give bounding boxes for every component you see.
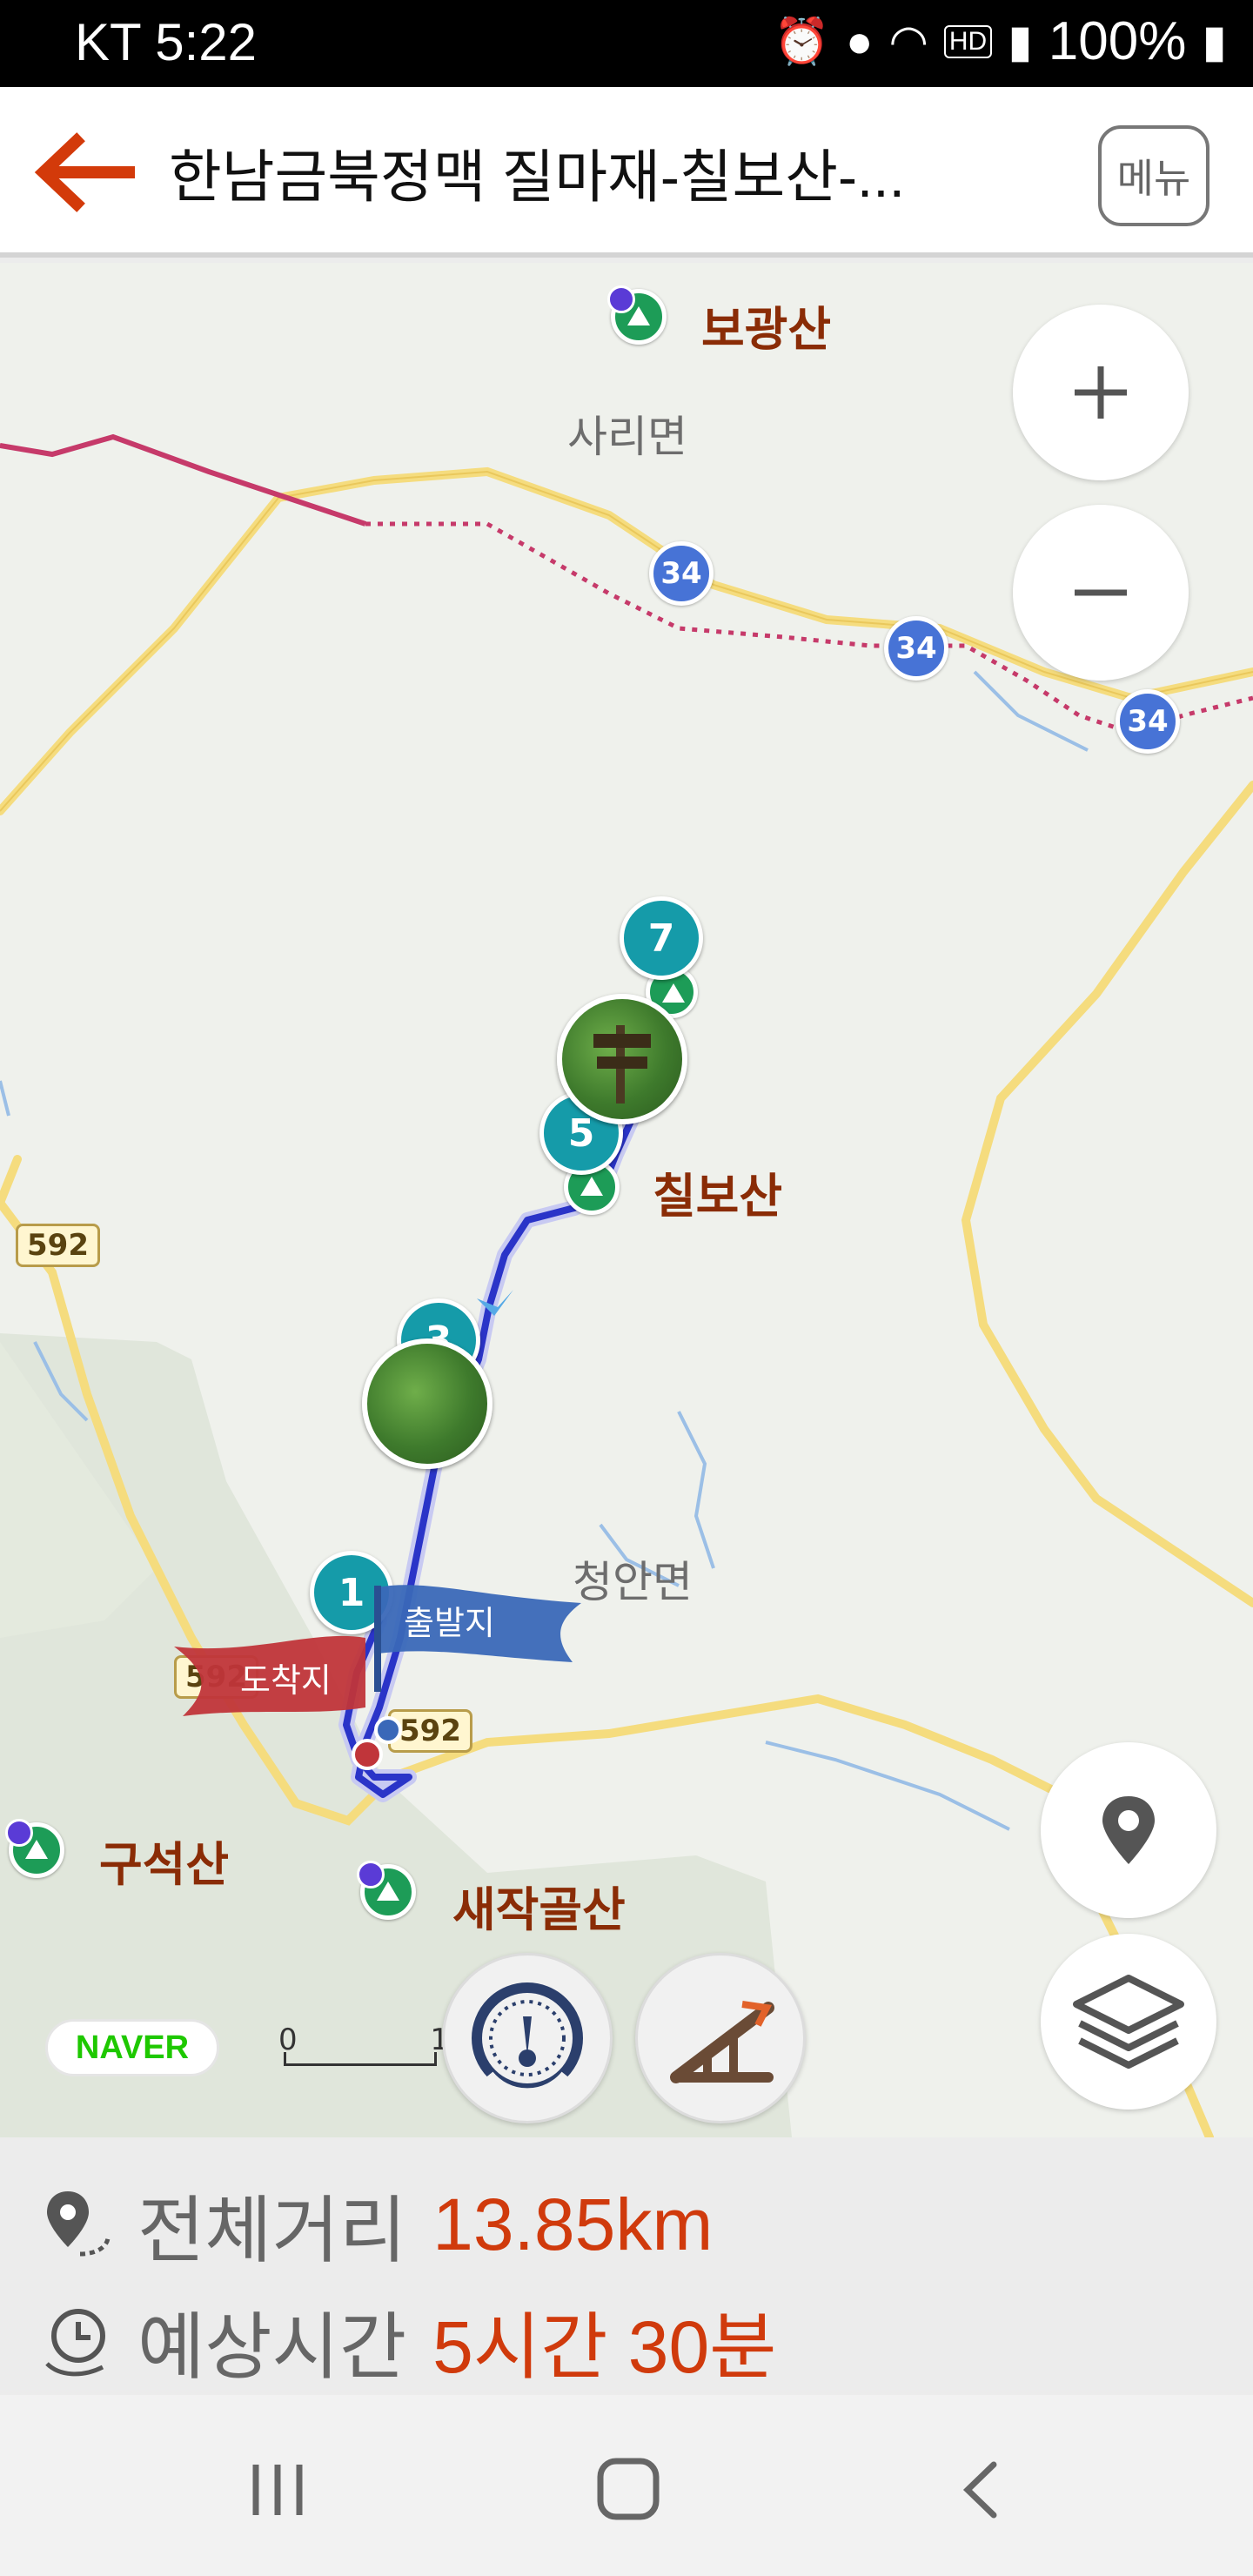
start-point-marker: [374, 1716, 402, 1744]
elevation-profile-button[interactable]: [635, 1953, 806, 2123]
departure-flag-icon[interactable]: 출발지: [372, 1579, 590, 1692]
waypoint-marker[interactable]: 7: [620, 896, 703, 980]
page-title: 한남금북정맥 질마재-칠보산-...: [169, 144, 905, 209]
waypoint-photo[interactable]: [362, 1338, 492, 1469]
location-pin-icon: [1102, 1796, 1155, 1864]
back-nav-icon[interactable]: [955, 2459, 1008, 2520]
app-bar: 한남금북정맥 질마재-칠보산-... 메뉴: [0, 87, 1253, 258]
map-scale: 0 1: [278, 2023, 449, 2066]
place-label-sarimyeon: 사리면: [567, 412, 687, 462]
incline-icon: [670, 2001, 774, 2083]
route-summary-panel: 전체거리 13.85km 예상시간 5시간 30분: [0, 2137, 1253, 2395]
map-layers-button[interactable]: [1041, 1934, 1216, 2110]
menu-button[interactable]: 메뉴: [1098, 125, 1209, 226]
status-bar: KT 5:22 ⏰ ● ◠ HD ▮ 100% ▮: [0, 0, 1253, 87]
time-label: 예상시간: [137, 2306, 407, 2388]
battery-level: 100%: [1048, 11, 1187, 71]
place-label-bogwangsan: 보광산: [701, 302, 832, 357]
arrival-flag-icon[interactable]: 도착지: [174, 1620, 392, 1725]
route-shield: 34: [884, 616, 948, 681]
plus-icon: [1075, 366, 1127, 419]
distance-label: 전체거리: [137, 2190, 407, 2271]
distance-value: 13.85km: [432, 2184, 714, 2265]
arrival-flag-label: 도착지: [240, 1661, 332, 1700]
zoom-in-button[interactable]: [1013, 305, 1189, 480]
layers-icon: [1073, 1975, 1184, 2069]
back-arrow-icon[interactable]: [26, 129, 139, 216]
speedometer-icon: [472, 1982, 583, 2101]
waypoint-photo[interactable]: [557, 994, 687, 1124]
home-icon[interactable]: [595, 2456, 661, 2522]
carrier-time: KT 5:22: [75, 13, 258, 71]
peak-badge-icon: [357, 1861, 385, 1888]
zoom-out-button[interactable]: [1013, 505, 1189, 681]
place-label-guseoksan: 구석산: [99, 1837, 230, 1892]
speedometer-button[interactable]: [442, 1953, 613, 2123]
alarm-icon: ⏰: [774, 17, 831, 67]
time-value: 5시간 30분: [432, 2306, 777, 2388]
route-shield: 34: [649, 541, 714, 606]
hd-icon: HD: [943, 24, 993, 58]
route-shield: 34: [1116, 689, 1180, 754]
naver-logo: NAVER: [45, 2019, 219, 2076]
place-label-chilbosan: 칠보산: [653, 1169, 783, 1224]
battery-icon: ▮: [1202, 16, 1227, 67]
road-number: 592: [16, 1224, 100, 1267]
end-point-marker: [352, 1739, 383, 1770]
my-location-button[interactable]: [1041, 1742, 1216, 1918]
departure-flag-label: 출발지: [404, 1604, 495, 1642]
wifi-icon: ◠: [888, 16, 928, 67]
recent-apps-icon[interactable]: [247, 2459, 308, 2520]
peak-badge-icon: [607, 285, 635, 313]
minus-icon: [1075, 589, 1127, 596]
place-label-saejakgolsan: 새작골산: [452, 1882, 626, 1937]
distance-pin-icon: [47, 2190, 111, 2256]
place-label-cheongganmyeon: 청안면: [573, 1557, 693, 1607]
signal-icon: ▮: [1008, 16, 1033, 67]
peak-badge-icon: [5, 1819, 33, 1847]
time-clock-icon: [45, 2308, 105, 2376]
map-view[interactable]: 보광산 사리면 34 34 34 592 592 592 칠보산 청안면 구석산…: [0, 263, 1253, 2137]
location-icon: ●: [846, 16, 874, 67]
system-nav-bar: [0, 2395, 1253, 2576]
